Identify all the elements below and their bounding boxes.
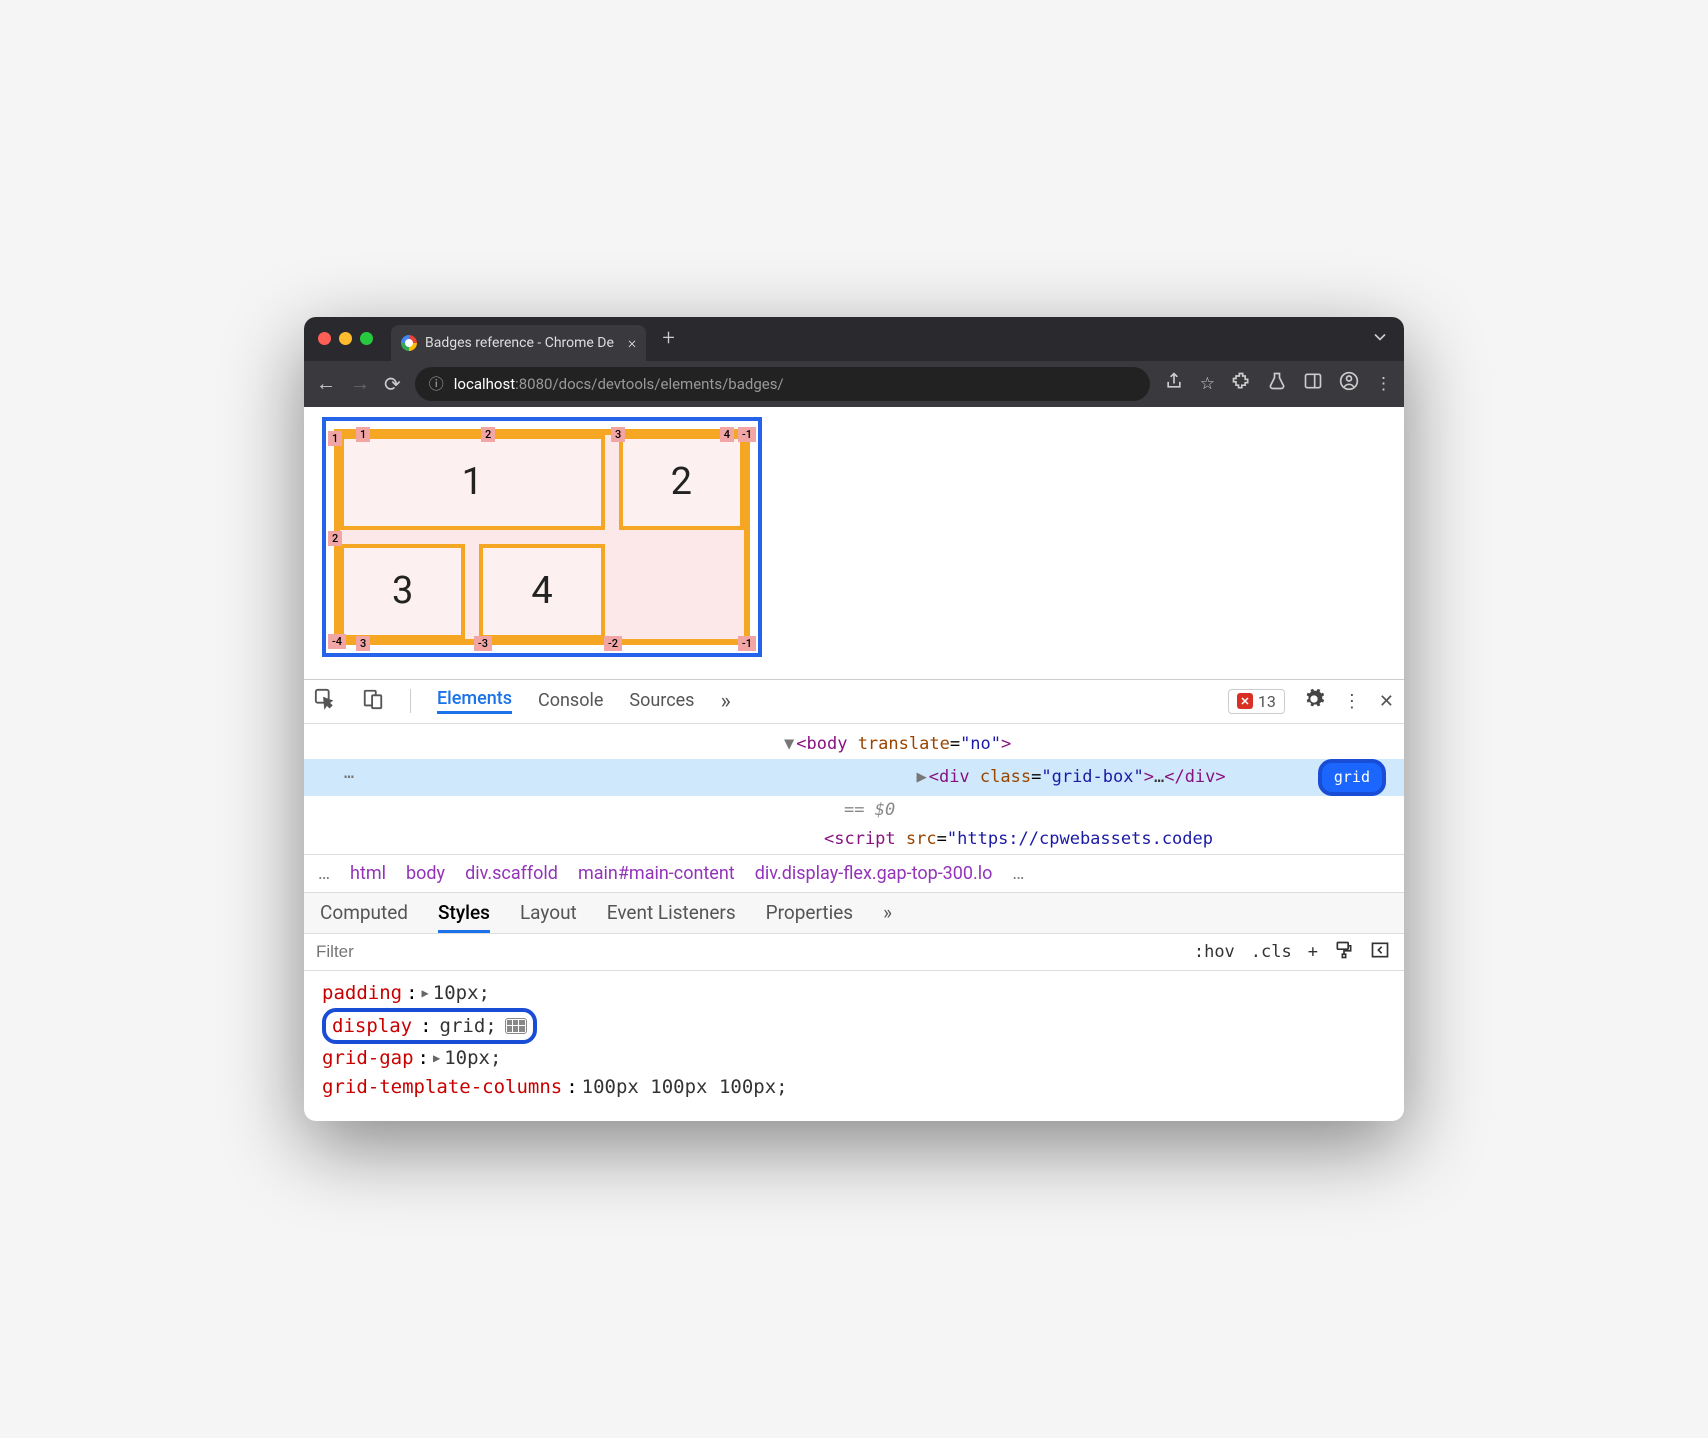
menu-icon[interactable]: ⋮ — [1375, 374, 1392, 394]
panel-toggle-icon[interactable] — [1370, 940, 1390, 965]
page-viewport: 1 2 3 4 1 1 2 3 4 -1 2 -4 3 -3 -2 -1 — [304, 407, 1404, 679]
script-src-link[interactable]: https://cpwebassets.codep — [957, 829, 1213, 849]
window-controls — [318, 332, 373, 345]
chrome-favicon-icon — [401, 335, 417, 351]
tab-list-button[interactable] — [1370, 327, 1390, 351]
minimize-window-button[interactable] — [339, 332, 352, 345]
breadcrumb-item[interactable]: main#main-content — [578, 863, 735, 884]
devtools-panel: Elements Console Sources » ✕ 13 ⋮ ✕ ▼<bo… — [304, 679, 1404, 1121]
grid-line-label: -2 — [604, 636, 622, 651]
tab-sources[interactable]: Sources — [629, 690, 694, 713]
dom-selection-indicator: == $0 — [304, 796, 1404, 825]
error-icon: ✕ — [1237, 693, 1253, 709]
forward-button[interactable]: → — [350, 371, 370, 396]
grid-cell: 1 — [340, 435, 605, 530]
breadcrumb-more[interactable]: … — [1012, 863, 1024, 884]
tab-close-button[interactable]: × — [628, 333, 636, 352]
devtools-tabbar: Elements Console Sources » ✕ 13 ⋮ ✕ — [304, 680, 1404, 724]
titlebar: Badges reference - Chrome De × + — [304, 317, 1404, 361]
styles-tabbar: Computed Styles Layout Event Listeners P… — [304, 892, 1404, 933]
bookmark-icon[interactable]: ☆ — [1200, 374, 1215, 394]
grid-cell: 3 — [340, 544, 465, 639]
error-count: 13 — [1258, 692, 1276, 711]
tab-elements[interactable]: Elements — [437, 688, 512, 714]
grid-line-label: 2 — [481, 427, 495, 442]
breadcrumb: … html body div.scaffold main#main-conte… — [304, 854, 1404, 892]
address-bar[interactable]: ⓘ localhost:8080/docs/devtools/elements/… — [415, 367, 1150, 401]
toolbar-icons: ☆ ⋮ — [1164, 371, 1392, 396]
labs-icon[interactable] — [1267, 371, 1287, 396]
tab-styles[interactable]: Styles — [438, 901, 490, 933]
tab-title: Badges reference - Chrome De — [425, 335, 614, 351]
site-info-icon[interactable]: ⓘ — [429, 373, 444, 394]
grid-line-label: -3 — [474, 636, 492, 651]
tab-computed[interactable]: Computed — [320, 901, 408, 933]
styles-filter-input[interactable] — [304, 942, 1180, 962]
dom-node[interactable]: <script src="https://cpwebassets.codep — [304, 825, 1404, 854]
grid-line-label: 2 — [328, 531, 342, 546]
error-count-badge[interactable]: ✕ 13 — [1228, 689, 1285, 714]
dom-node[interactable]: ▼<body translate="no"> — [304, 730, 1404, 759]
new-tab-button[interactable]: + — [662, 326, 674, 351]
grid-line-label: 4 — [720, 427, 734, 442]
breadcrumb-item[interactable]: body — [406, 863, 445, 884]
browser-tab[interactable]: Badges reference - Chrome De × — [391, 325, 646, 361]
grid-line-label: 1 — [328, 431, 342, 446]
dom-tree: ▼<body translate="no"> ⋯ ▶<div class="gr… — [304, 724, 1404, 854]
tab-layout[interactable]: Layout — [520, 901, 577, 933]
grid-line-label: 1 — [356, 427, 370, 442]
close-window-button[interactable] — [318, 332, 331, 345]
device-toggle-icon[interactable] — [362, 688, 384, 715]
grid-badge[interactable]: grid — [1318, 759, 1386, 797]
maximize-window-button[interactable] — [360, 332, 373, 345]
grid-line-label: -1 — [738, 427, 756, 442]
breadcrumb-more[interactable]: … — [318, 863, 330, 884]
class-toggle[interactable]: .cls — [1251, 942, 1292, 962]
browser-toolbar: ← → ⟳ ⓘ localhost:8080/docs/devtools/ele… — [304, 361, 1404, 407]
side-panel-icon[interactable] — [1303, 371, 1323, 396]
breadcrumb-item[interactable]: div.display-flex.gap-top-300.lo — [755, 863, 993, 884]
grid-line-label: -1 — [738, 636, 756, 651]
more-tabs-icon[interactable]: » — [720, 689, 730, 714]
profile-icon[interactable] — [1339, 371, 1359, 396]
grid-cell: 2 — [619, 435, 744, 530]
styles-filter-bar: :hov .cls + — [304, 933, 1404, 971]
css-rules[interactable]: padding:▶ 10px; display: grid; grid-gap:… — [304, 971, 1404, 1121]
grid-cell: 4 — [479, 544, 604, 639]
display-grid-highlight: display: grid; — [322, 1008, 537, 1045]
url-text: localhost:8080/docs/devtools/elements/ba… — [454, 375, 784, 393]
breadcrumb-item[interactable]: div.scaffold — [465, 863, 558, 884]
back-button[interactable]: ← — [316, 371, 336, 396]
grid-editor-icon[interactable] — [505, 1018, 527, 1034]
devtools-menu-icon[interactable]: ⋮ — [1343, 691, 1361, 712]
inspect-element-icon[interactable] — [314, 688, 336, 715]
dom-node-selected[interactable]: ⋯ ▶<div class="grid-box">…</div> grid — [304, 759, 1404, 797]
grid-line-label: 3 — [611, 427, 625, 442]
hover-toggle[interactable]: :hov — [1194, 942, 1235, 962]
devtools-close-icon[interactable]: ✕ — [1379, 691, 1394, 712]
breadcrumb-item[interactable]: html — [350, 863, 386, 884]
paint-icon[interactable] — [1334, 940, 1354, 965]
tab-properties[interactable]: Properties — [766, 901, 853, 933]
tab-console[interactable]: Console — [538, 690, 603, 713]
reload-button[interactable]: ⟳ — [384, 372, 401, 396]
browser-window: Badges reference - Chrome De × + ← → ⟳ ⓘ… — [304, 317, 1404, 1121]
grid-line-label: -4 — [328, 634, 346, 649]
new-rule-button[interactable]: + — [1308, 942, 1318, 962]
grid-container: 1 2 3 4 — [334, 429, 750, 645]
extensions-icon[interactable] — [1231, 371, 1251, 396]
grid-line-label: 3 — [356, 636, 370, 651]
share-icon[interactable] — [1164, 371, 1184, 396]
grid-overlay-selection: 1 2 3 4 1 1 2 3 4 -1 2 -4 3 -3 -2 -1 — [322, 417, 762, 657]
more-tabs-icon[interactable]: » — [883, 901, 892, 933]
tab-event-listeners[interactable]: Event Listeners — [607, 901, 736, 933]
settings-icon[interactable] — [1303, 688, 1325, 715]
